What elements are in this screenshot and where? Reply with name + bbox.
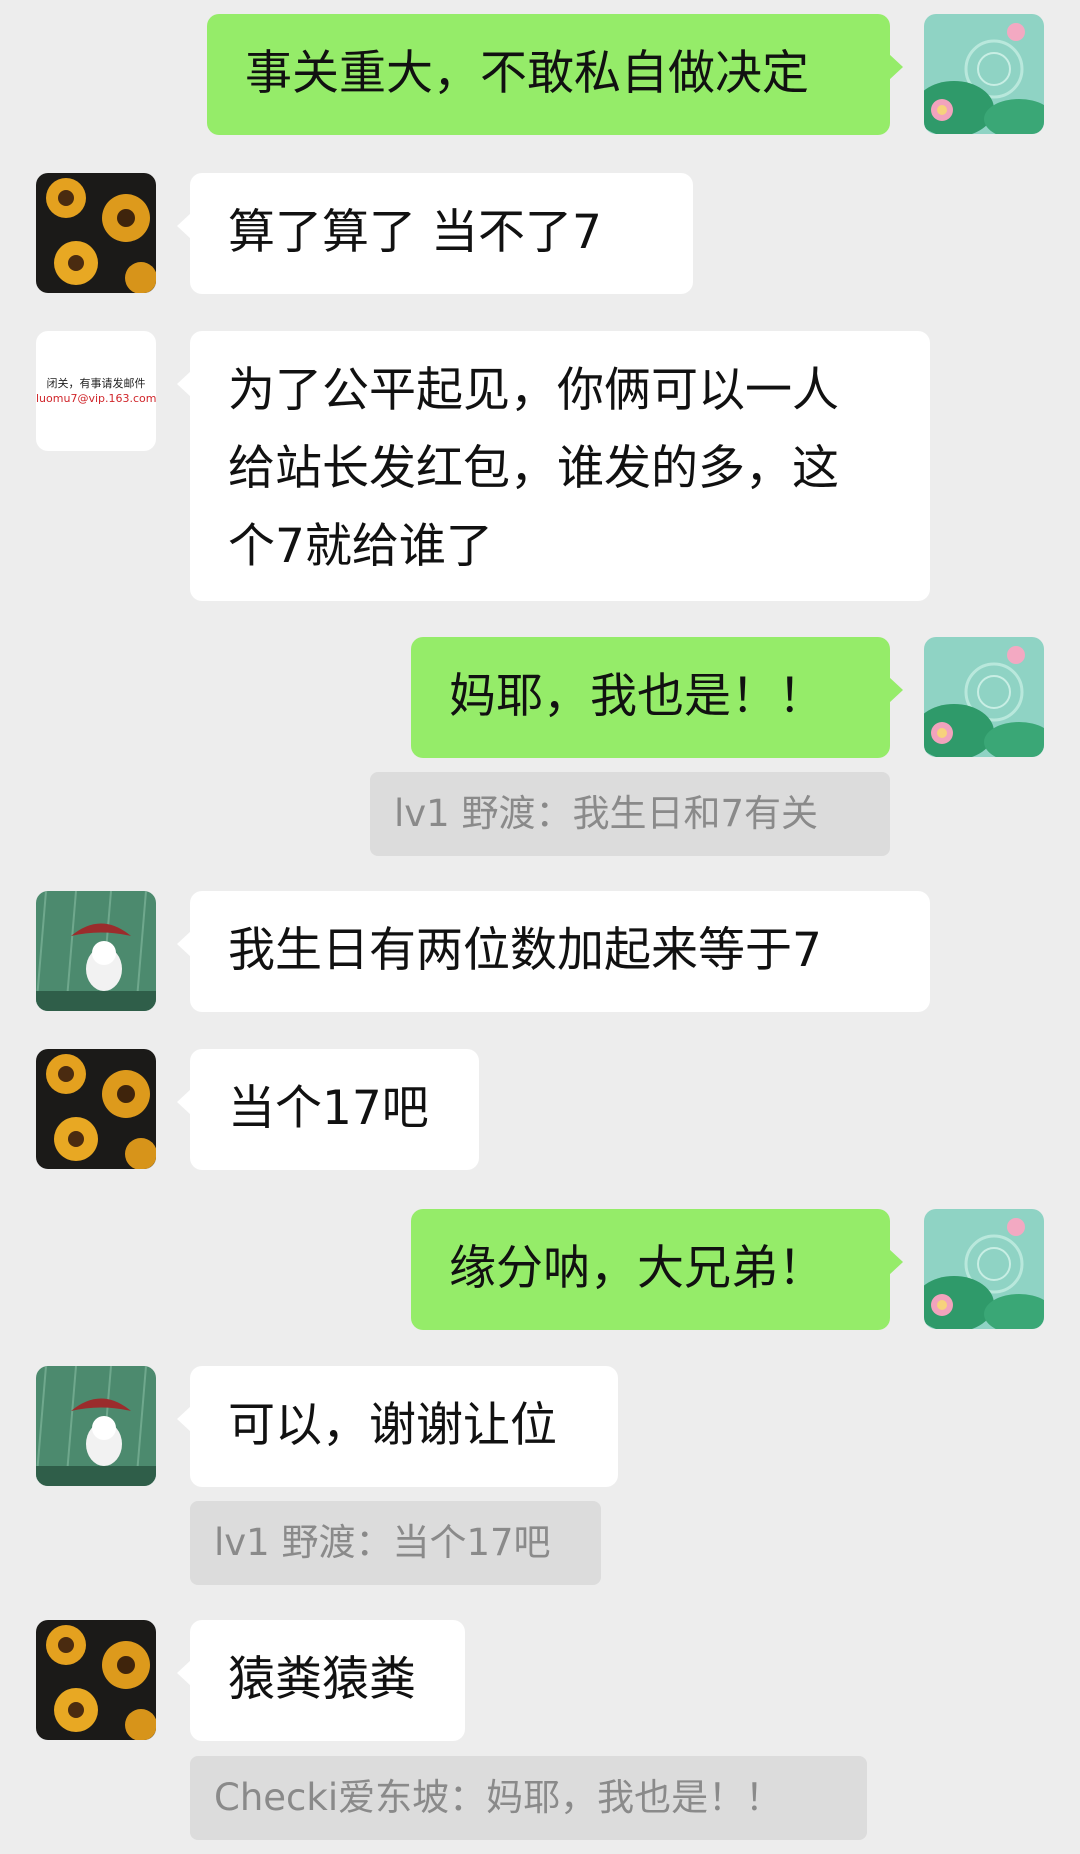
quote-text: lv1 野渡：我生日和7有关 [394,792,819,835]
text-avatar[interactable]: 闭关，有事请发邮件 luomu7@vip.163.com [36,331,156,451]
message-bubble-outgoing[interactable]: 事关重大，不敢私自做决定 [207,14,903,135]
message-bubble-incoming[interactable]: 算了算了 当不了7 [177,173,693,294]
message-text: 当个17吧 [228,1081,429,1136]
message-text: 事关重大，不敢私自做决定 [245,46,809,101]
rain-creature-avatar-icon[interactable] [36,891,156,1011]
message-bubble-incoming[interactable]: 猿粪猿粪 [177,1620,465,1741]
message-bubble-incoming[interactable]: 当个17吧 [177,1049,479,1170]
sunflower-avatar-icon[interactable] [36,173,156,293]
lotus-avatar-icon[interactable] [924,637,1044,757]
avatar-text-line1: 闭关，有事请发邮件 [46,377,146,390]
message-bubble-outgoing[interactable]: 缘分呐，大兄弟！ [411,1209,903,1330]
rain-creature-avatar-icon[interactable] [36,1366,156,1486]
quoted-message[interactable]: lv1 野渡：当个17吧 [190,1501,601,1585]
avatar-text-line2: luomu7@vip.163.com [36,392,156,405]
message-text-line: 给站长发红包，谁发的多，这 [228,441,839,496]
message-text: 我生日有两位数加起来等于7 [228,923,822,978]
message-bubble-outgoing[interactable]: 妈耶，我也是！！ [411,637,903,758]
quote-text: lv1 野渡：当个17吧 [214,1521,551,1564]
lotus-avatar-icon[interactable] [924,14,1044,134]
message-text: 算了算了 当不了7 [228,205,602,260]
message-text: 猿粪猿粪 [228,1652,416,1707]
message-bubble-incoming[interactable]: 可以，谢谢让位 [177,1366,618,1487]
message-text-line: 个7就给谁了 [228,519,493,574]
sunflower-avatar-icon[interactable] [36,1049,156,1169]
quoted-message[interactable]: Checki爱东坡：妈耶，我也是！！ [190,1756,867,1840]
message-bubble-incoming[interactable]: 为了公平起见，你俩可以一人 给站长发红包，谁发的多，这 个7就给谁了 [177,331,930,601]
quoted-message[interactable]: lv1 野渡：我生日和7有关 [370,772,890,856]
message-text-line: 为了公平起见，你俩可以一人 [228,363,839,418]
message-text: 可以，谢谢让位 [228,1398,557,1453]
message-bubble-incoming[interactable]: 我生日有两位数加起来等于7 [177,891,930,1012]
message-text: 妈耶，我也是！！ [449,669,825,724]
sunflower-avatar-icon[interactable] [36,1620,156,1740]
message-text: 缘分呐，大兄弟！ [449,1241,825,1296]
lotus-avatar-icon[interactable] [924,1209,1044,1329]
quote-text: Checki爱东坡：妈耶，我也是！！ [214,1776,783,1819]
